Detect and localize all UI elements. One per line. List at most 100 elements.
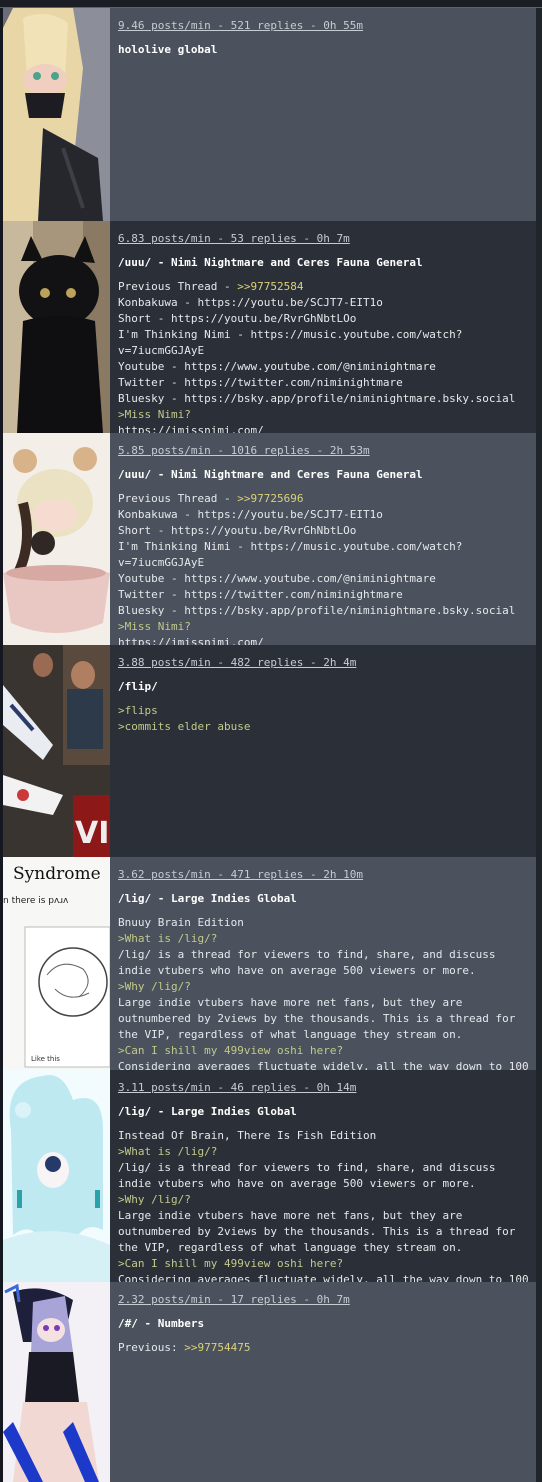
thread-card[interactable]: 5.85 posts/min - 1016 replies - 2h 53m /… — [3, 433, 536, 646]
thread-card[interactable]: VI 3.88 posts/min - 482 replies - 2h 4m … — [3, 645, 536, 858]
thread-card[interactable]: Syndrome n there is pʌɹʌ Like this 3.62 … — [3, 857, 536, 1071]
thread-card[interactable]: 9.46 posts/min - 521 replies - 0h 55m ho… — [3, 8, 536, 222]
post-line: Bnuuy Brain Edition — [118, 915, 530, 931]
thread-body: Previous: >>97754475 — [118, 1340, 530, 1356]
post-line: Twitter - https://twitter.com/niminightm… — [118, 375, 530, 391]
thread-thumbnail[interactable]: Syndrome n there is pʌɹʌ Like this — [3, 857, 110, 1070]
post-line: Youtube - https://www.youtube.com/@nimin… — [118, 359, 530, 375]
thread-stats-link[interactable]: 3.11 posts/min - 46 replies - 0h 14m — [118, 1080, 530, 1096]
thread-stats-link[interactable]: 3.88 posts/min - 482 replies - 2h 4m — [118, 655, 530, 671]
post-line-text: Short - https://youtu.be/RvrGhNbtLOo — [118, 524, 357, 537]
post-line-text: I'm Thinking Nimi - https://music.youtub… — [118, 328, 463, 357]
post-line-text: Twitter - https://twitter.com/niminightm… — [118, 376, 403, 389]
thread-thumbnail[interactable] — [3, 221, 110, 433]
greentext-line: >Why /lig/? — [118, 979, 530, 995]
post-line: Considering averages fluctuate widely, a… — [118, 1272, 530, 1282]
post-line-text: >flips — [118, 704, 158, 717]
post-line-text: Youtube - https://www.youtube.com/@nimin… — [118, 572, 436, 585]
post-line-text: Bnuuy Brain Edition — [118, 916, 244, 929]
thread-stats-link[interactable]: 2.32 posts/min - 17 replies - 0h 7m — [118, 1292, 530, 1308]
post-line: Short - https://youtu.be/RvrGhNbtLOo — [118, 311, 530, 327]
greentext-line: >Why /lig/? — [118, 1192, 530, 1208]
post-line: Large indie vtubers have more net fans, … — [118, 995, 530, 1043]
post-line-text: Twitter - https://twitter.com/niminightm… — [118, 588, 403, 601]
post-line: Twitter - https://twitter.com/niminightm… — [118, 587, 530, 603]
post-line: I'm Thinking Nimi - https://music.youtub… — [118, 327, 530, 359]
post-line: Instead Of Brain, There Is Fish Edition — [118, 1128, 530, 1144]
top-bar — [0, 0, 542, 8]
thread-title: /flip/ — [118, 680, 158, 693]
thread-title: /#/ - Numbers — [118, 1317, 205, 1330]
thread-title: /uuu/ - Nimi Nightmare and Ceres Fauna G… — [118, 256, 423, 269]
post-line-text: Youtube - https://www.youtube.com/@nimin… — [118, 360, 436, 373]
greentext-line: >Can I shill my 499view oshi here? — [118, 1043, 530, 1059]
thread-title: /uuu/ - Nimi Nightmare and Ceres Fauna G… — [118, 468, 423, 481]
thumbnail-caption-text: Like this — [31, 1055, 60, 1063]
greentext-line: >commits elder abuse — [118, 719, 530, 735]
post-line-text: >Can I shill my 499view oshi here? — [118, 1257, 344, 1270]
post-line: https://imissnimi.com/ — [118, 635, 530, 645]
thread-content: 3.62 posts/min - 471 replies - 2h 10m /l… — [118, 867, 530, 1070]
thread-content: 3.11 posts/min - 46 replies - 0h 14m /li… — [118, 1080, 530, 1282]
thread-thumbnail[interactable] — [3, 8, 110, 221]
post-line: /lig/ is a thread for viewers to find, s… — [118, 1160, 530, 1192]
thumbnail-heading-text: Syndrome — [13, 864, 101, 884]
thread-title: hololive global — [118, 43, 218, 56]
thread-stats-link[interactable]: 5.85 posts/min - 1016 replies - 2h 53m — [118, 443, 530, 459]
greentext-line: >What is /lig/? — [118, 931, 530, 947]
post-line-text: Instead Of Brain, There Is Fish Edition — [118, 1129, 377, 1142]
post-line: Previous Thread - >>97752584 — [118, 279, 530, 295]
thread-content: 2.32 posts/min - 17 replies - 0h 7m /#/ … — [118, 1292, 530, 1482]
thread-thumbnail[interactable]: VI — [3, 645, 110, 857]
post-line-text: >Why /lig/? — [118, 980, 191, 993]
thread-card[interactable]: 2.32 posts/min - 17 replies - 0h 7m /#/ … — [3, 1282, 536, 1482]
thread-content: 3.88 posts/min - 482 replies - 2h 4m /fl… — [118, 655, 530, 857]
greentext-line: >Can I shill my 499view oshi here? — [118, 1256, 530, 1272]
post-line-text: >Miss Nimi? — [118, 408, 191, 421]
poster-sign-text: VI — [75, 816, 109, 851]
scroll-edge — [536, 8, 542, 1482]
thread-thumbnail[interactable] — [3, 433, 110, 645]
post-line-text: Large indie vtubers have more net fans, … — [118, 996, 522, 1041]
post-line-text: >Can I shill my 499view oshi here? — [118, 1044, 344, 1057]
thread-title: /lig/ - Large Indies Global — [118, 1105, 297, 1118]
post-line-text: >commits elder abuse — [118, 720, 251, 733]
quote-link[interactable]: >>97754475 — [184, 1341, 250, 1354]
post-line: Considering averages fluctuate widely, a… — [118, 1059, 530, 1070]
thumbnail-sub-text: n there is pʌɹʌ — [3, 896, 69, 906]
thread-content: 9.46 posts/min - 521 replies - 0h 55m ho… — [118, 18, 530, 221]
post-line: I'm Thinking Nimi - https://music.youtub… — [118, 539, 530, 571]
post-line: https://imissnimi.com/ — [118, 423, 530, 433]
post-line-text: Considering averages fluctuate widely, a… — [118, 1273, 529, 1282]
post-line-text: >Miss Nimi? — [118, 620, 191, 633]
thread-thumbnail[interactable] — [3, 1070, 110, 1282]
post-line-text: Previous Thread - — [118, 280, 238, 293]
thread-stats-link[interactable]: 6.83 posts/min - 53 replies - 0h 7m — [118, 231, 530, 247]
post-line: Konbakuwa - https://youtu.be/SCJT7-EIT1o — [118, 295, 530, 311]
post-line: Bluesky - https://bsky.app/profile/nimin… — [118, 391, 530, 407]
thread-body: >flips >commits elder abuse — [118, 703, 530, 735]
thread-content: 5.85 posts/min - 1016 replies - 2h 53m /… — [118, 443, 530, 645]
post-line-text: /lig/ is a thread for viewers to find, s… — [118, 1161, 503, 1190]
greentext-line: >Miss Nimi? — [118, 407, 530, 423]
post-line-text: /lig/ is a thread for viewers to find, s… — [118, 948, 503, 977]
post-line-text: I'm Thinking Nimi - https://music.youtub… — [118, 540, 463, 569]
thread-card[interactable]: 3.11 posts/min - 46 replies - 0h 14m /li… — [3, 1070, 536, 1283]
thread-thumbnail[interactable] — [3, 1282, 110, 1482]
thread-card[interactable]: 6.83 posts/min - 53 replies - 0h 7m /uuu… — [3, 221, 536, 434]
thread-body: Previous Thread - >>97725696 Konbakuwa - … — [118, 491, 530, 645]
post-line-text: Short - https://youtu.be/RvrGhNbtLOo — [118, 312, 357, 325]
quote-link[interactable]: >>97752584 — [237, 280, 303, 293]
greentext-line: >What is /lig/? — [118, 1144, 530, 1160]
thread-stats-link[interactable]: 3.62 posts/min - 471 replies - 2h 10m — [118, 867, 530, 883]
post-line-text: >What is /lig/? — [118, 932, 218, 945]
post-line-text: https://imissnimi.com/ — [118, 636, 264, 645]
post-line: Youtube - https://www.youtube.com/@nimin… — [118, 571, 530, 587]
thread-body: Bnuuy Brain Edition >What is /lig/? /lig/ … — [118, 915, 530, 1070]
quote-link[interactable]: >>97725696 — [237, 492, 303, 505]
post-line-text: Considering averages fluctuate widely, a… — [118, 1060, 529, 1070]
thread-stats-link[interactable]: 9.46 posts/min - 521 replies - 0h 55m — [118, 18, 530, 34]
thread-body: Instead Of Brain, There Is Fish Edition >… — [118, 1128, 530, 1282]
post-line: Short - https://youtu.be/RvrGhNbtLOo — [118, 523, 530, 539]
post-line: Bluesky - https://bsky.app/profile/nimin… — [118, 603, 530, 619]
